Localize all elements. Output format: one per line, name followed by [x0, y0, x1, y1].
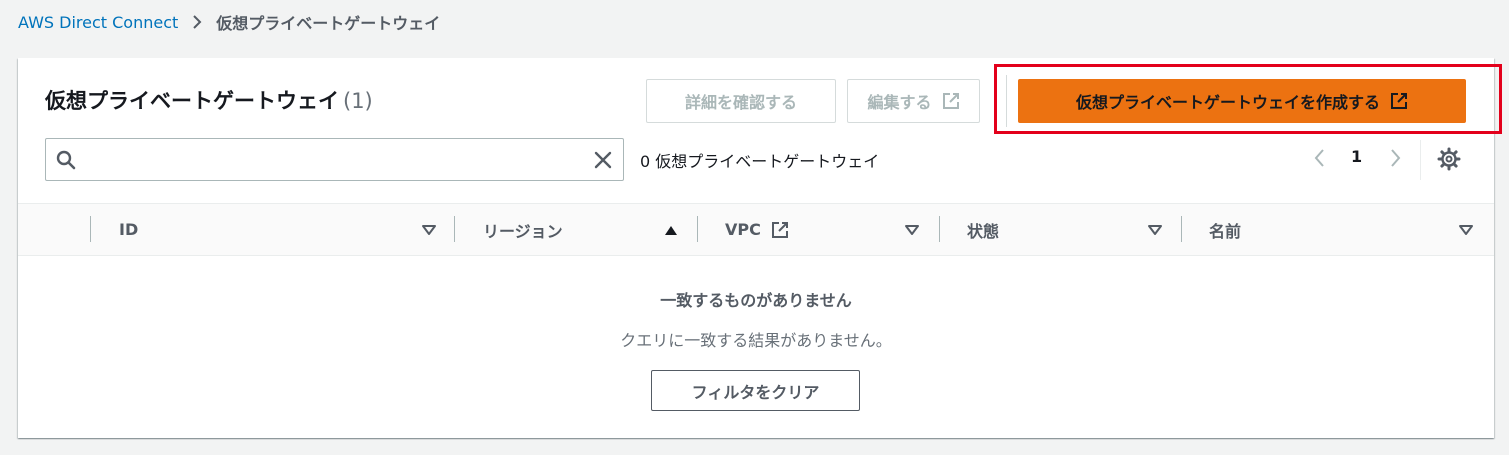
pager-divider — [1420, 140, 1421, 180]
edit-label: 編集する — [867, 93, 932, 112]
column-label-name: 名前 — [1209, 221, 1242, 241]
column-header-state[interactable]: 状態 — [967, 204, 999, 255]
item-count: (1) — [343, 89, 373, 113]
column-header-name[interactable]: 名前 — [1209, 204, 1241, 255]
page-title: 仮想プライベートゲートウェイ (1) — [45, 85, 373, 115]
column-label-id: ID — [119, 220, 139, 239]
column-header-region[interactable]: リージョン — [483, 204, 563, 255]
search-icon — [56, 150, 76, 170]
empty-state-subtitle: クエリに一致する結果がありません。 — [620, 331, 892, 350]
sort-caret-down-icon[interactable] — [904, 223, 920, 237]
column-separator — [90, 216, 91, 242]
view-details-button[interactable]: 詳細を確認する — [646, 79, 836, 123]
breadcrumb: AWS Direct Connect 仮想プライベートゲートウェイ — [18, 10, 440, 34]
edit-button[interactable]: 編集する — [847, 79, 980, 123]
breadcrumb-current: 仮想プライベートゲートウェイ — [216, 14, 441, 33]
chevron-right-icon — [192, 14, 202, 30]
search-field[interactable] — [45, 138, 624, 181]
column-header-id[interactable]: ID — [119, 204, 138, 255]
external-link-icon — [942, 93, 959, 109]
search-input[interactable] — [86, 145, 576, 175]
vgw-table-panel: 仮想プライベートゲートウェイ (1) 詳細を確認する 編集する 仮想プライベートゲ… — [18, 58, 1502, 438]
chevron-left-icon[interactable] — [1311, 147, 1329, 169]
page-title-text: 仮想プライベートゲートウェイ — [45, 89, 339, 113]
column-separator — [697, 216, 698, 242]
highlight-box — [994, 64, 1502, 134]
view-details-label: 詳細を確認する — [684, 93, 797, 112]
sort-caret-down-icon[interactable] — [1458, 223, 1474, 237]
page-number[interactable]: 1 — [1351, 147, 1362, 166]
empty-state-title: 一致するものがありません — [660, 291, 852, 310]
table-header: ID リージョン VPC 状態 名前 — [18, 203, 1494, 256]
settings-gear-icon[interactable] — [1437, 147, 1461, 171]
chevron-right-icon[interactable] — [1386, 147, 1404, 169]
match-count: 0 仮想プライベートゲートウェイ — [640, 152, 880, 171]
column-separator — [1181, 216, 1182, 242]
sort-caret-down-icon[interactable] — [421, 223, 437, 237]
external-link-icon — [771, 221, 788, 238]
clear-icon[interactable] — [593, 150, 613, 170]
sort-caret-down-icon[interactable] — [1147, 223, 1163, 237]
column-label-vpc: VPC — [725, 220, 761, 239]
clear-filter-label: フィルタをクリア — [691, 382, 820, 402]
breadcrumb-link-direct-connect[interactable]: AWS Direct Connect — [18, 13, 178, 32]
clear-filter-button[interactable]: フィルタをクリア — [651, 370, 860, 411]
column-label-region: リージョン — [483, 221, 563, 241]
column-separator — [454, 216, 455, 242]
sort-caret-up-icon[interactable] — [663, 223, 679, 237]
column-label-state: 状態 — [967, 221, 1000, 241]
column-header-vpc[interactable]: VPC — [725, 204, 789, 255]
column-separator — [939, 216, 940, 242]
